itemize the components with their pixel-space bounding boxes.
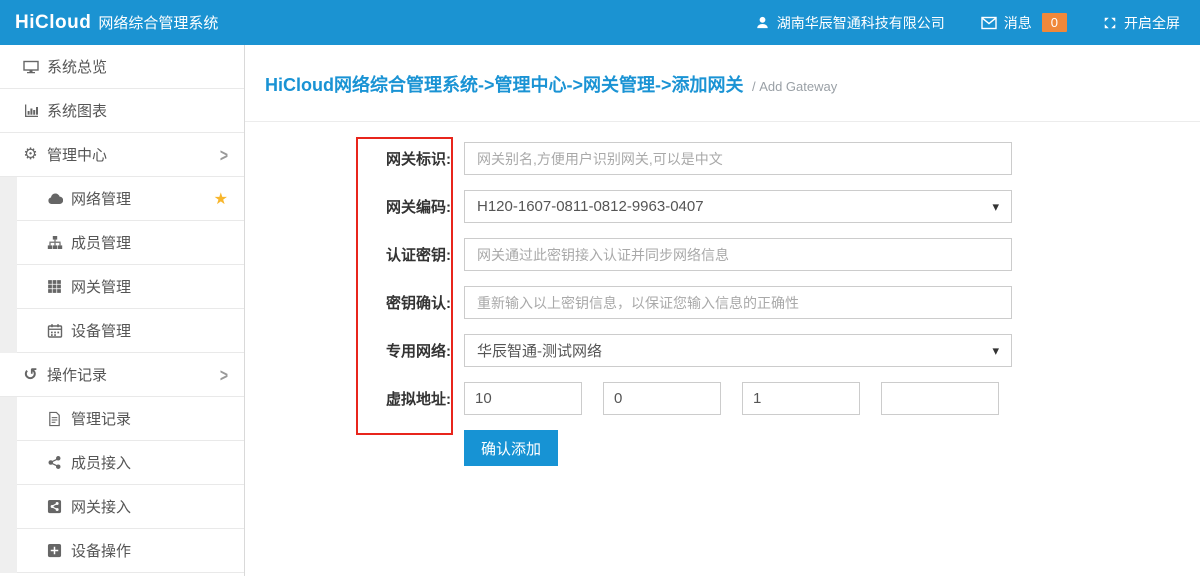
private-network-value: 华辰智通-测试网络 (477, 340, 602, 361)
add-gateway-form: 网关标识: 网关编码: H120-1607-0811-0812-9963-040… (245, 122, 1200, 466)
sidebar-label: 管理中心 (47, 144, 107, 165)
key-confirm-label: 密钥确认: (355, 292, 451, 313)
user-icon (755, 15, 770, 30)
sidebar-label: 网关接入 (71, 496, 131, 517)
desktop-icon (21, 59, 40, 75)
sidebar-item-gateway-management[interactable]: 网关管理 (0, 265, 244, 309)
messages-label: 消息 (1004, 13, 1032, 33)
company-name: 湖南华辰智通科技有限公司 (777, 13, 945, 33)
gateway-code-select[interactable]: H120-1607-0811-0812-9963-0407 ▾ (464, 190, 1012, 223)
share-square-icon (45, 499, 64, 514)
gateway-code-value: H120-1607-0811-0812-9963-0407 (477, 198, 704, 215)
calendar-icon (45, 323, 64, 339)
virtual-address-label: 虚拟地址: (355, 388, 451, 409)
topbar-actions: 湖南华辰智通科技有限公司 消息 0 开启全屏 (755, 13, 1180, 33)
company-account-button[interactable]: 湖南华辰智通科技有限公司 (755, 13, 945, 33)
sidebar-label: 系统图表 (47, 100, 107, 121)
gears-icon: ⚙ (21, 147, 40, 163)
virtual-address-group (464, 382, 999, 415)
fullscreen-expand-icon (1103, 16, 1117, 30)
chevron-right-icon: > (220, 364, 228, 385)
sidebar-item-gateway-access[interactable]: 网关接入 (0, 485, 244, 529)
gateway-name-row: 网关标识: (355, 142, 1200, 175)
sidebar-label: 设备操作 (71, 540, 131, 561)
sidebar-item-system-overview[interactable]: 系统总览 (0, 45, 244, 89)
sidebar: 系统总览 系统图表 ⚙ 管理中心 > 网络管理 ★ 成员管理 (0, 45, 245, 576)
virtual-address-octet-3[interactable] (742, 382, 860, 415)
messages-button[interactable]: 消息 0 (981, 13, 1067, 33)
envelope-icon (981, 16, 997, 30)
page-body: 系统总览 系统图表 ⚙ 管理中心 > 网络管理 ★ 成员管理 (0, 45, 1200, 576)
history-icon: ↺ (21, 366, 40, 383)
sidebar-label: 设备管理 (71, 320, 131, 341)
confirm-add-button[interactable]: 确认添加 (464, 430, 558, 466)
caret-down-icon: ▾ (992, 343, 999, 359)
brand-name: HiCloud (15, 12, 91, 34)
breadcrumb-suffix: / Add Gateway (752, 79, 837, 94)
gateway-code-label: 网关编码: (355, 196, 451, 217)
chevron-right-icon: > (220, 144, 228, 165)
sidebar-item-device-management[interactable]: 设备管理 (0, 309, 244, 353)
virtual-address-octet-2[interactable] (603, 382, 721, 415)
sidebar-label: 成员接入 (71, 452, 131, 473)
key-confirm-row: 密钥确认: (355, 286, 1200, 319)
auth-key-input[interactable] (464, 238, 1012, 271)
topbar: HiCloud 网络综合管理系统 湖南华辰智通科技有限公司 消息 0 开启全屏 (0, 0, 1200, 45)
plus-square-icon (45, 543, 64, 558)
sidebar-label: 网关管理 (71, 276, 131, 297)
share-icon (45, 455, 64, 470)
sidebar-item-device-operations[interactable]: 设备操作 (0, 529, 244, 573)
private-network-select[interactable]: 华辰智通-测试网络 ▾ (464, 334, 1012, 367)
private-network-row: 专用网络: 华辰智通-测试网络 ▾ (355, 334, 1200, 367)
sidebar-item-network-management[interactable]: 网络管理 ★ (0, 177, 244, 221)
sidebar-item-management-center[interactable]: ⚙ 管理中心 > (0, 133, 244, 177)
breadcrumb-path: HiCloud网络综合管理系统->管理中心->网关管理->添加网关 (265, 75, 744, 95)
sidebar-item-management-records[interactable]: 管理记录 (0, 397, 244, 441)
fullscreen-button[interactable]: 开启全屏 (1103, 13, 1180, 33)
cloud-icon (45, 191, 64, 207)
virtual-address-octet-1[interactable] (464, 382, 582, 415)
breadcrumb: HiCloud网络综合管理系统->管理中心->网关管理->添加网关 / Add … (245, 45, 1200, 122)
main-content: HiCloud网络综合管理系统->管理中心->网关管理->添加网关 / Add … (245, 45, 1200, 576)
gateway-name-input[interactable] (464, 142, 1012, 175)
virtual-address-octet-4[interactable] (881, 382, 999, 415)
sidebar-label: 系统总览 (47, 56, 107, 77)
private-network-label: 专用网络: (355, 340, 451, 361)
sidebar-label: 成员管理 (71, 232, 131, 253)
sidebar-item-member-access[interactable]: 成员接入 (0, 441, 244, 485)
sidebar-item-member-management[interactable]: 成员管理 (0, 221, 244, 265)
sidebar-item-system-charts[interactable]: 系统图表 (0, 89, 244, 133)
sidebar-label: 操作记录 (47, 364, 107, 385)
gateway-code-row: 网关编码: H120-1607-0811-0812-9963-0407 ▾ (355, 190, 1200, 223)
key-confirm-input[interactable] (464, 286, 1012, 319)
favorite-star-icon[interactable]: ★ (214, 189, 228, 209)
submit-row: 确认添加 (355, 430, 1200, 466)
sidebar-label: 管理记录 (71, 408, 131, 429)
brand-logo: HiCloud 网络综合管理系统 (15, 12, 218, 34)
bar-chart-icon (21, 103, 40, 119)
sitemap-icon (45, 235, 64, 251)
messages-count-badge: 0 (1042, 13, 1067, 32)
brand-subtitle: 网络综合管理系统 (98, 12, 218, 33)
sidebar-label: 网络管理 (71, 188, 131, 209)
auth-key-row: 认证密钥: (355, 238, 1200, 271)
sidebar-item-operation-records[interactable]: ↺ 操作记录 > (0, 353, 244, 397)
fullscreen-label: 开启全屏 (1124, 13, 1180, 33)
gateway-name-label: 网关标识: (355, 148, 451, 169)
virtual-address-row: 虚拟地址: (355, 382, 1200, 415)
caret-down-icon: ▾ (992, 199, 999, 215)
auth-key-label: 认证密钥: (355, 244, 451, 265)
document-icon (45, 411, 64, 427)
grid-icon (45, 279, 64, 294)
